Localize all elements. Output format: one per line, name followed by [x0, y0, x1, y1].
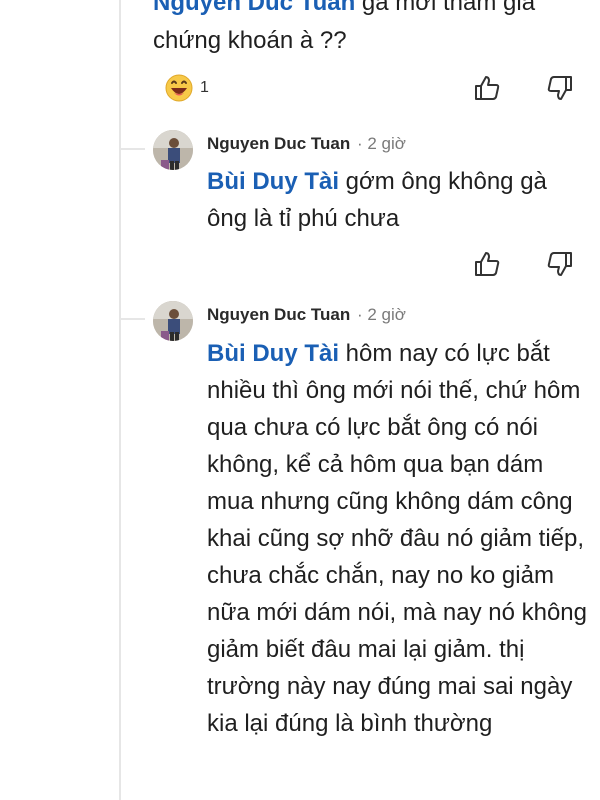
comment-thread: Nguyen Duc Tuan gà mới tham gia chứng kh… [0, 0, 600, 800]
comment-body: hôm nay có lực bắt nhiều thì ông mới nói… [207, 340, 588, 737]
author-name[interactable]: Nguyen Duc Tuan [207, 305, 350, 324]
thread-line [119, 0, 121, 800]
author-name[interactable]: Nguyen Duc Tuan [207, 134, 350, 153]
timestamp: · 2 giờ [356, 134, 406, 153]
avatar-image [153, 130, 193, 170]
thumbs-down-icon[interactable] [545, 73, 575, 103]
thumbs-down-icon[interactable] [545, 249, 575, 279]
reply-text: Bùi Duy Tài hôm nay có lực bắt nhiều thì… [207, 335, 587, 742]
avatar-image [153, 301, 193, 341]
top-comment-text: Nguyen Duc Tuan gà mới tham gia chứng kh… [153, 0, 583, 60]
reply-header: Nguyen Duc Tuan · 2 giờ [207, 133, 406, 155]
thumbs-up-icon[interactable] [472, 249, 502, 279]
avatar[interactable] [153, 130, 193, 170]
thread-branch [119, 318, 145, 320]
mention-link[interactable]: Bùi Duy Tài [207, 340, 339, 367]
reaction-count: 1 [200, 79, 209, 96]
reply-header: Nguyen Duc Tuan · 2 giờ [207, 304, 406, 326]
timestamp: · 2 giờ [356, 305, 406, 324]
laughing-face-icon [165, 74, 193, 102]
reply-text: Bùi Duy Tài gớm ông không gà ông là tỉ p… [207, 163, 587, 237]
avatar[interactable] [153, 301, 193, 341]
reaction-summary[interactable]: 1 [164, 72, 209, 104]
thread-branch [119, 148, 145, 150]
thumbs-up-icon[interactable] [472, 73, 502, 103]
mention-link[interactable]: Nguyen Duc Tuan [153, 0, 355, 16]
mention-link[interactable]: Bùi Duy Tài [207, 168, 339, 195]
